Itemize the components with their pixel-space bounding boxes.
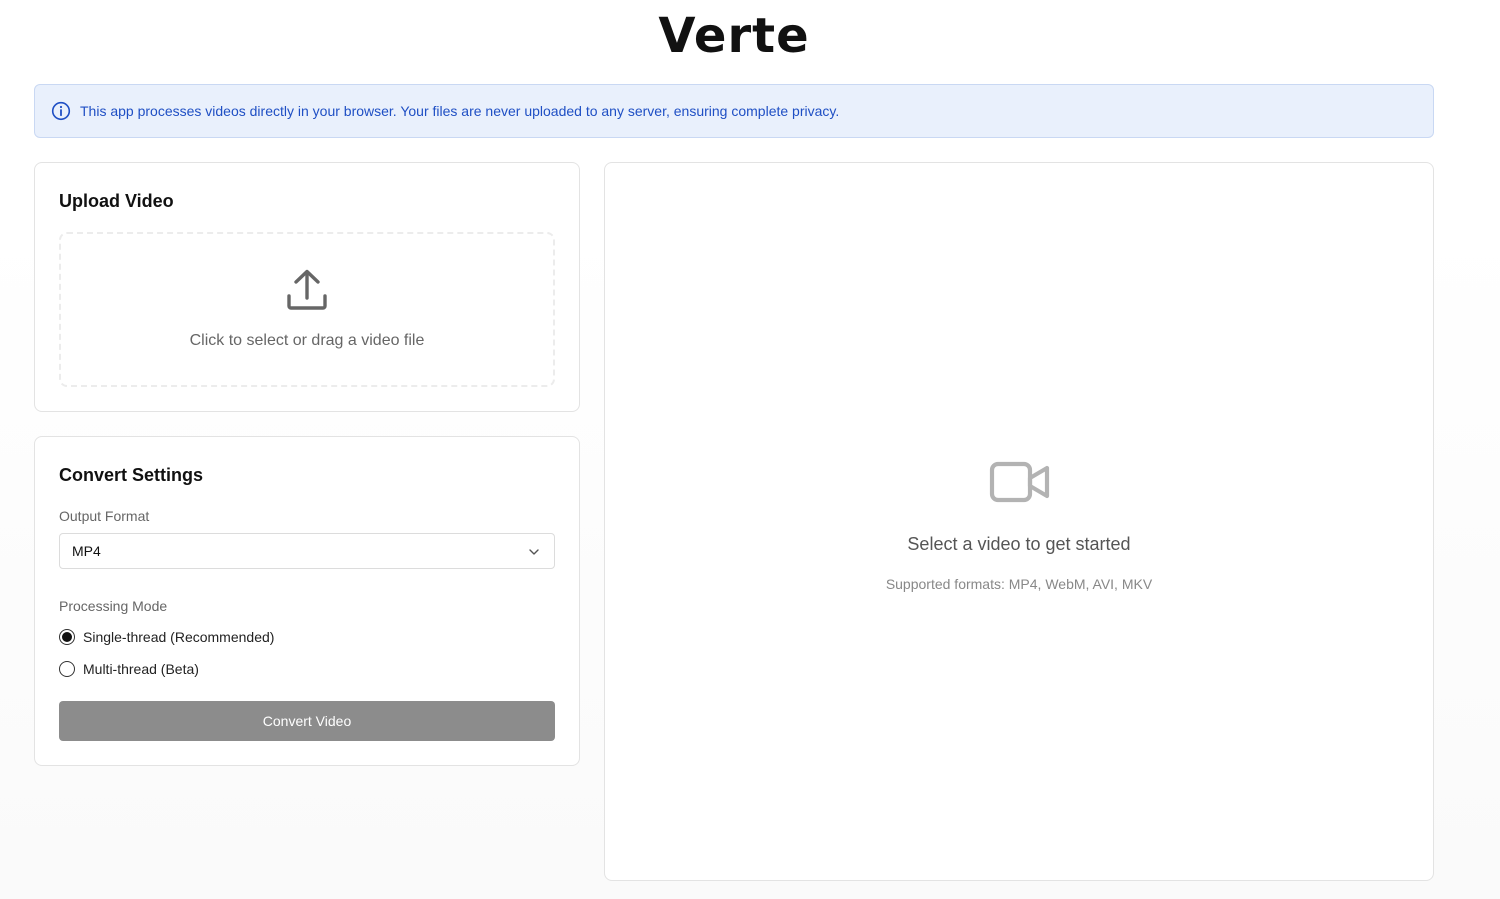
- preview-title: Select a video to get started: [907, 534, 1131, 554]
- convert-video-button[interactable]: Convert Video: [59, 701, 555, 741]
- notice-text: This app processes videos directly in yo…: [80, 103, 840, 119]
- preview-panel: Select a video to get started Supported …: [604, 162, 1434, 881]
- processing-mode-label: Processing Mode: [59, 598, 168, 614]
- upload-icon: [285, 268, 329, 312]
- output-format-label: Output Format: [59, 508, 150, 524]
- privacy-notice: This app processes videos directly in yo…: [34, 84, 1434, 138]
- radio-multi-thread-label: Multi-thread (Beta): [83, 661, 199, 677]
- radio-multi-thread[interactable]: Multi-thread (Beta): [59, 661, 199, 677]
- output-format-select[interactable]: MP4: [59, 533, 555, 569]
- convert-settings-card: Convert Settings Output Format MP4 Proce…: [34, 436, 580, 766]
- settings-title: Convert Settings: [59, 465, 204, 485]
- output-format-value: MP4: [72, 543, 101, 559]
- supported-formats: Supported formats: MP4, WebM, AVI, MKV: [885, 576, 1153, 592]
- video-camera-icon: [989, 461, 1051, 503]
- app-title: Verte: [658, 8, 810, 64]
- radio-button[interactable]: [59, 661, 75, 677]
- info-icon: [51, 101, 71, 121]
- radio-single-thread[interactable]: Single-thread (Recommended): [59, 629, 274, 645]
- video-dropzone[interactable]: Click to select or drag a video file: [59, 232, 555, 387]
- radio-button-checked[interactable]: [59, 629, 75, 645]
- chevron-down-icon: [528, 545, 540, 557]
- upload-title: Upload Video: [59, 191, 174, 211]
- dropzone-text: Click to select or drag a video file: [189, 332, 425, 349]
- upload-card: Upload Video Click to select or drag a v…: [34, 162, 580, 412]
- radio-single-thread-label: Single-thread (Recommended): [83, 629, 275, 645]
